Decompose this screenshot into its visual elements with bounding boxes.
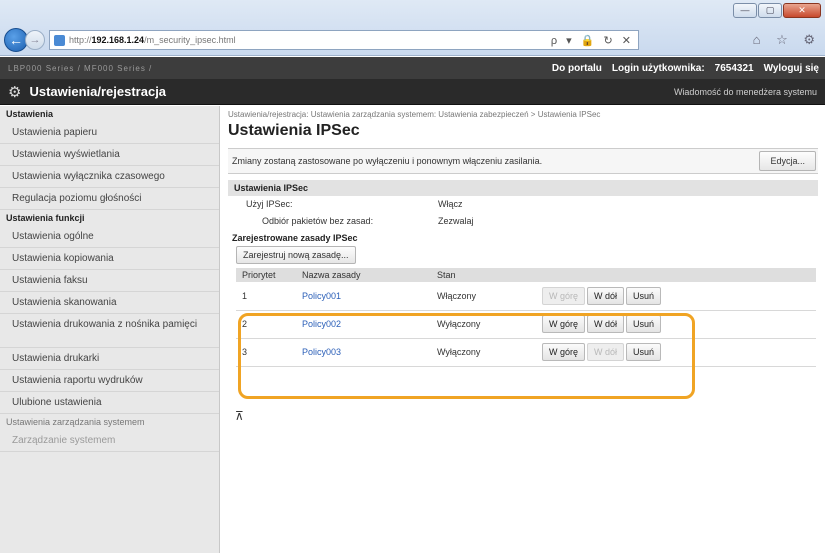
forward-arrow-icon[interactable]: → [25, 30, 45, 50]
minimize-button[interactable]: — [733, 3, 757, 18]
policy-table: Priorytet Nazwa zasady Stan 1 Policy001 … [236, 268, 816, 367]
move-up-button: W górę [542, 286, 586, 305]
sidebar-item-paper[interactable]: Ustawienia papieru [0, 122, 219, 144]
device-name: LBP000 Series / MF000 Series / [8, 63, 153, 73]
sidebar-item-display[interactable]: Ustawienia wyświetlania [0, 144, 219, 166]
window-controls: — ▢ ✕ [733, 3, 821, 18]
sidebar-item-memory-print[interactable]: Ustawienia drukowania z nośnika pamięci [0, 314, 219, 348]
receive-packets-row: Odbiór pakietów bez zasad: Zezwalaj [228, 213, 818, 230]
notice-row: Zmiany zostaną zastosowane po wyłączeniu… [228, 148, 818, 174]
move-down-button: W dół [587, 343, 625, 361]
device-topbar: LBP000 Series / MF000 Series / Do portal… [0, 57, 825, 79]
sidebar-item-report[interactable]: Ustawienia raportu wydruków [0, 370, 219, 392]
browser-chrome: — ▢ ✕ ← → http:// 192.168.1.24 /m_securi… [0, 0, 825, 56]
topbar-right: Do portalu Login użytkownika: 7654321 Wy… [552, 63, 825, 74]
sidebar-item-volume[interactable]: Regulacja poziomu głośności [0, 188, 219, 210]
use-ipsec-row: Użyj IPSec: Włącz [228, 196, 818, 213]
register-policy-button[interactable]: Zarejestruj nową zasadę... [236, 246, 356, 264]
section-title: Ustawienia IPSec [228, 180, 818, 196]
sidebar-item-fax[interactable]: Ustawienia faksu [0, 270, 219, 292]
delete-button[interactable]: Usuń [626, 343, 662, 361]
row-actions: W górę W dół Usuń [536, 310, 816, 339]
col-state: Stan [431, 268, 536, 282]
address-bar[interactable]: http:// 192.168.1.24 /m_security_ipsec.h… [49, 30, 639, 50]
use-ipsec-label: Użyj IPSec: [246, 199, 293, 209]
window-titlebar: — ▢ ✕ [0, 0, 825, 26]
row-priority: 2 [236, 310, 296, 339]
page-title: Ustawienia IPSec [228, 122, 360, 139]
logout-link[interactable]: Wyloguj się [764, 63, 819, 74]
policy-link[interactable]: Policy003 [296, 338, 431, 367]
row-state: Wyłączony [431, 310, 536, 339]
move-down-button[interactable]: W dół [587, 286, 625, 305]
sidebar-item-printer[interactable]: Ustawienia drukarki [0, 348, 219, 370]
receive-packets-value: Zezwalaj [438, 216, 474, 226]
move-down-button[interactable]: W dół [587, 315, 625, 333]
sidebar-group-system: Ustawienia zarządzania systemem [6, 417, 145, 427]
sidebar-item-favorites[interactable]: Ulubione ustawienia [0, 392, 219, 414]
notice-text: Zmiany zostaną zastosowane po wyłączeniu… [232, 156, 543, 166]
home-favorites-tools-icon[interactable]: ⌂ ☆ ⚙ [753, 32, 821, 48]
row-state: Włączony [431, 282, 536, 311]
sidebar: Ustawienia Ustawienia papieru Ustawienia… [0, 106, 220, 553]
sidebar-group-settings: Ustawienia [6, 109, 54, 119]
app-title: Ustawienia/rejestracja [29, 84, 167, 99]
col-actions [536, 268, 816, 282]
settings-gear-icon: ⚙ [8, 83, 22, 101]
address-tools-icon[interactable]: ρ ▾ 🔒 ↻ ✕ [551, 34, 634, 47]
policy-link[interactable]: Policy002 [296, 310, 431, 339]
breadcrumb: Ustawienia/rejestracja: Ustawienia zarzą… [228, 110, 601, 119]
receive-packets-label: Odbiór pakietów bez zasad: [262, 216, 374, 226]
use-ipsec-value: Włącz [438, 199, 463, 209]
url-path: /m_security_ipsec.html [144, 35, 236, 45]
url-host: 192.168.1.24 [91, 35, 145, 45]
sidebar-item-scan[interactable]: Ustawienia skanowania [0, 292, 219, 314]
edit-button[interactable]: Edycja... [759, 151, 816, 171]
row-actions: W górę W dół Usuń [536, 282, 816, 311]
table-header: Priorytet Nazwa zasady Stan [236, 268, 816, 282]
login-id: 7654321 [714, 62, 754, 74]
move-up-button[interactable]: W górę [542, 343, 586, 361]
maximize-button[interactable]: ▢ [758, 3, 782, 18]
registered-policies-title: Zarejestrowane zasady IPSec [232, 233, 358, 243]
sidebar-item-general[interactable]: Ustawienia ogólne [0, 226, 219, 248]
move-up-button[interactable]: W górę [542, 315, 586, 333]
sidebar-item-timer[interactable]: Ustawienia wyłącznika czasowego [0, 166, 219, 188]
app-header: ⚙ Ustawienia/rejestracja Wiadomość do me… [0, 79, 825, 105]
sidebar-item-copy[interactable]: Ustawienia kopiowania [0, 248, 219, 270]
table-row: 1 Policy001 Włączony W górę W dół Usuń [236, 282, 816, 311]
delete-button[interactable]: Usuń [626, 315, 662, 333]
mail-admin-link[interactable]: Wiadomość do menedżera systemu [674, 87, 817, 97]
login-label: Login użytkownika: [611, 62, 705, 74]
sidebar-group-functions: Ustawienia funkcji [6, 213, 85, 223]
page-icon [54, 34, 65, 46]
row-actions: W górę W dół Usuń [536, 338, 816, 367]
row-state: Wyłączony [431, 338, 536, 367]
portal-link[interactable]: Do portalu [552, 63, 602, 74]
row-priority: 3 [236, 338, 296, 367]
col-priority: Priorytet [236, 268, 296, 282]
table-row: 3 Policy003 Wyłączony W górę W dół Usuń [236, 338, 816, 367]
table-row: 2 Policy002 Wyłączony W górę W dół Usuń [236, 310, 816, 339]
back-to-top-icon[interactable]: ⊼ [235, 409, 244, 423]
url-prefix: http:// [69, 35, 92, 45]
policy-link[interactable]: Policy001 [296, 282, 431, 311]
navigation-row: ← → http:// 192.168.1.24 /m_security_ips… [4, 27, 821, 53]
row-priority: 1 [236, 282, 296, 311]
close-button[interactable]: ✕ [783, 3, 821, 18]
delete-button[interactable]: Usuń [626, 286, 662, 305]
col-name: Nazwa zasady [296, 268, 431, 282]
main-content: Ustawienia/rejestracja: Ustawienia zarzą… [228, 110, 818, 367]
sidebar-item-system-management[interactable]: Zarządzanie systemem [0, 430, 219, 452]
